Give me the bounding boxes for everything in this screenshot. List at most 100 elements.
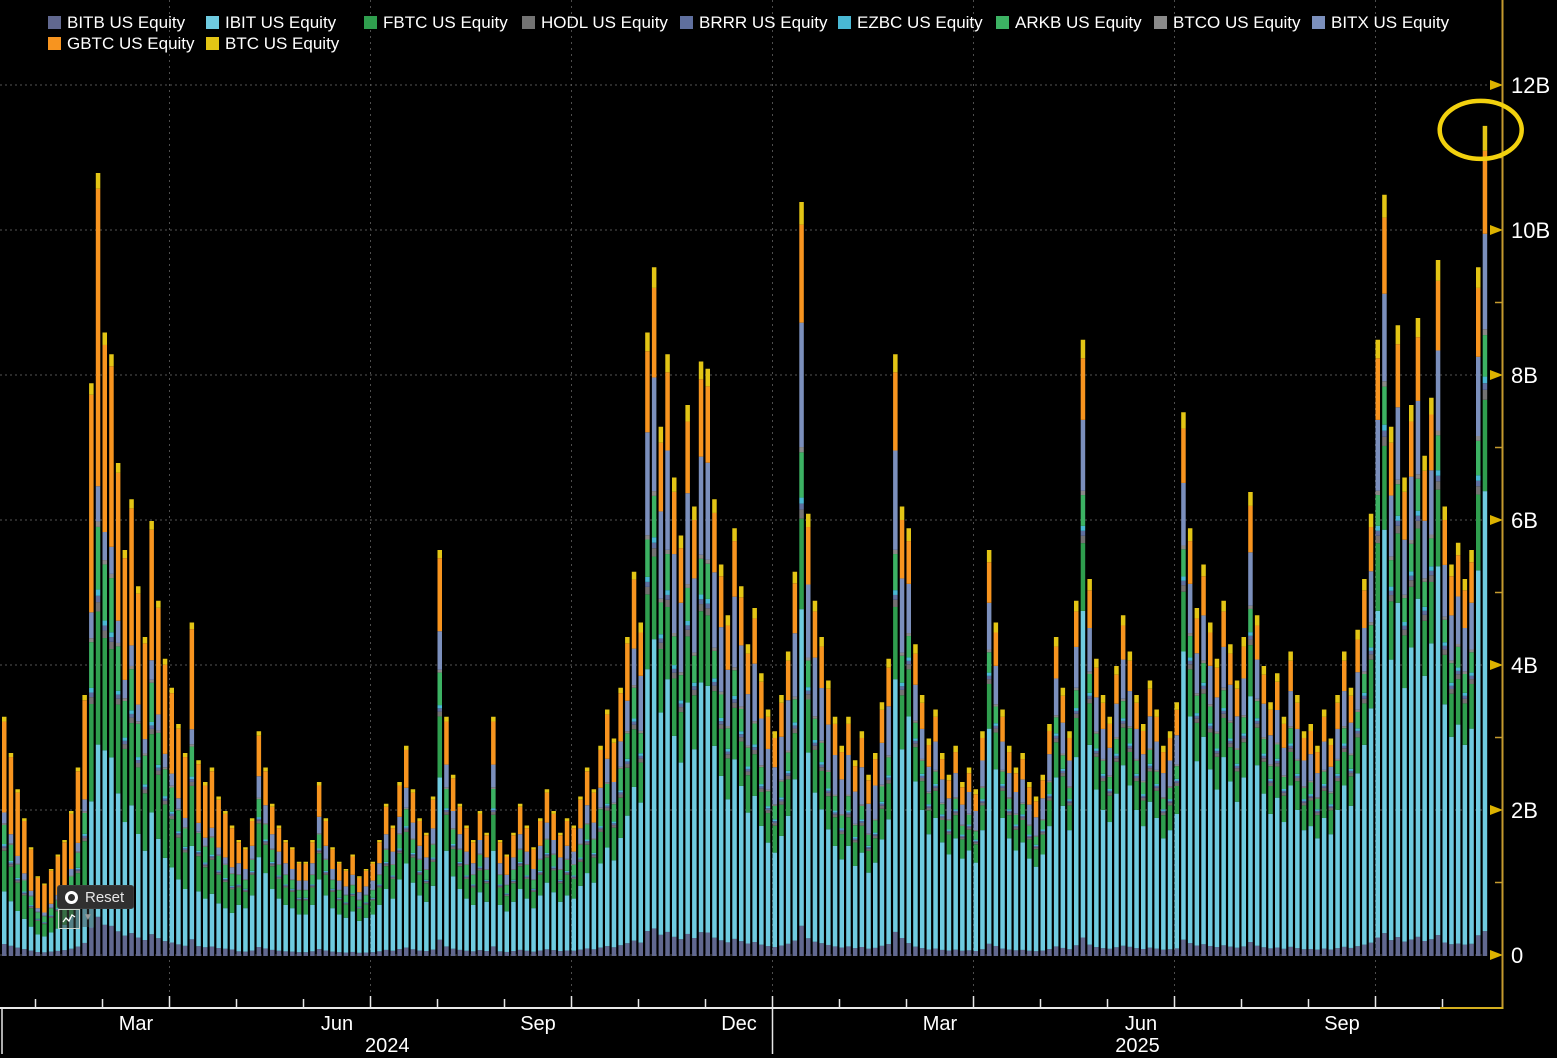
bar xyxy=(974,789,979,956)
bar xyxy=(960,782,965,956)
bar xyxy=(484,833,489,956)
legend-label: BITX US Equity xyxy=(1331,13,1449,33)
legend-item-hodl[interactable]: HODL US Equity xyxy=(522,12,680,33)
bar xyxy=(1201,565,1206,957)
bar xyxy=(893,354,898,956)
bar xyxy=(1476,267,1481,956)
bar xyxy=(1114,666,1119,956)
bar xyxy=(1429,398,1434,956)
bar xyxy=(692,507,697,957)
bar xyxy=(987,550,992,956)
bar xyxy=(866,775,871,956)
bar xyxy=(103,333,108,957)
bar xyxy=(759,673,764,956)
bar xyxy=(1000,710,1005,957)
bar xyxy=(1369,514,1374,956)
legend-swatch xyxy=(522,16,535,29)
bar xyxy=(15,789,20,956)
bar xyxy=(183,753,188,956)
reset-button-label: Reset xyxy=(85,889,124,906)
bar xyxy=(1329,739,1334,957)
bar xyxy=(1087,579,1092,956)
bar xyxy=(1396,325,1401,956)
bar xyxy=(853,760,858,956)
legend-item-bitx[interactable]: BITX US Equity xyxy=(1312,12,1470,33)
bar xyxy=(257,731,262,956)
bar xyxy=(216,797,221,957)
bar xyxy=(1422,456,1427,956)
bar xyxy=(739,586,744,956)
bars-plot-area[interactable] xyxy=(2,126,1487,956)
x-month-label: Jun xyxy=(1125,1013,1157,1035)
chart-legend: BITB US Equity IBIT US Equity FBTC US Equi… xyxy=(48,12,1518,54)
etf-volume-stacked-bar-chart[interactable]: 02B4B6B8B10B12BMarJunSepDec2024MarJunSep… xyxy=(0,0,1557,1058)
bar xyxy=(1342,652,1347,957)
reset-button[interactable]: Reset xyxy=(57,885,134,909)
bar xyxy=(2,717,7,956)
bar xyxy=(806,514,811,956)
legend-label: BTCO US Equity xyxy=(1173,13,1301,33)
bar xyxy=(170,688,175,956)
legend-item-ibit[interactable]: IBIT US Equity xyxy=(206,12,364,33)
legend-swatch xyxy=(996,16,1009,29)
bar xyxy=(156,601,161,956)
bar xyxy=(438,550,443,956)
bar xyxy=(933,710,938,957)
bar xyxy=(36,876,41,956)
bar xyxy=(431,797,436,957)
bar xyxy=(1221,601,1226,956)
bar xyxy=(1349,688,1354,956)
y-tick-arrow-icon xyxy=(1490,805,1503,815)
bar xyxy=(813,601,818,956)
bar xyxy=(49,869,54,956)
bar xyxy=(907,528,912,956)
bar xyxy=(1141,724,1146,956)
bar xyxy=(1382,195,1387,956)
bar xyxy=(1362,579,1367,956)
y-tick-arrow-icon xyxy=(1490,225,1503,235)
legend-item-fbtc[interactable]: FBTC US Equity xyxy=(364,12,522,33)
bar xyxy=(1161,746,1166,956)
legend-item-bitb[interactable]: BITB US Equity xyxy=(48,12,206,33)
bar xyxy=(1248,492,1253,956)
bar xyxy=(1355,630,1360,956)
bloomberg-volume-chart-page: { "toolbar": { "reset_label": "Reset" },… xyxy=(0,0,1557,1058)
bar xyxy=(1195,608,1200,956)
bar xyxy=(250,818,255,956)
bar xyxy=(752,608,757,956)
chart-type-dropdown[interactable]: ▼ xyxy=(82,909,94,927)
legend-item-gbtc[interactable]: GBTC US Equity xyxy=(48,33,206,54)
bar xyxy=(1061,688,1066,956)
y-tick-label: 8B xyxy=(1511,363,1538,388)
bar xyxy=(860,731,865,956)
x-month-label: Sep xyxy=(520,1013,556,1035)
legend-item-ezbc[interactable]: EZBC US Equity xyxy=(838,12,996,33)
bar xyxy=(558,833,563,956)
legend-item-brrr[interactable]: BRRR US Equity xyxy=(680,12,838,33)
bar xyxy=(350,855,355,957)
bar xyxy=(699,362,704,957)
bar xyxy=(190,623,195,957)
bar xyxy=(377,840,382,956)
bar xyxy=(1376,340,1381,956)
bar xyxy=(491,717,496,956)
bar xyxy=(1483,126,1488,956)
legend-item-arkb[interactable]: ARKB US Equity xyxy=(996,12,1154,33)
bar xyxy=(471,840,476,956)
bar xyxy=(411,789,416,956)
bar xyxy=(592,789,597,956)
bar xyxy=(659,427,664,956)
legend-label: IBIT US Equity xyxy=(225,13,336,33)
bar xyxy=(632,572,637,956)
bar xyxy=(1054,637,1059,956)
bar xyxy=(1322,710,1327,957)
y-tick-arrow-icon xyxy=(1490,80,1503,90)
bar xyxy=(243,847,248,956)
chart-type-button[interactable] xyxy=(58,909,80,929)
bar xyxy=(773,731,778,956)
bar xyxy=(1168,731,1173,956)
legend-item-btc[interactable]: BTC US Equity xyxy=(206,33,364,54)
bar xyxy=(1041,775,1046,956)
bar xyxy=(1262,666,1267,956)
legend-item-btco[interactable]: BTCO US Equity xyxy=(1154,12,1312,33)
